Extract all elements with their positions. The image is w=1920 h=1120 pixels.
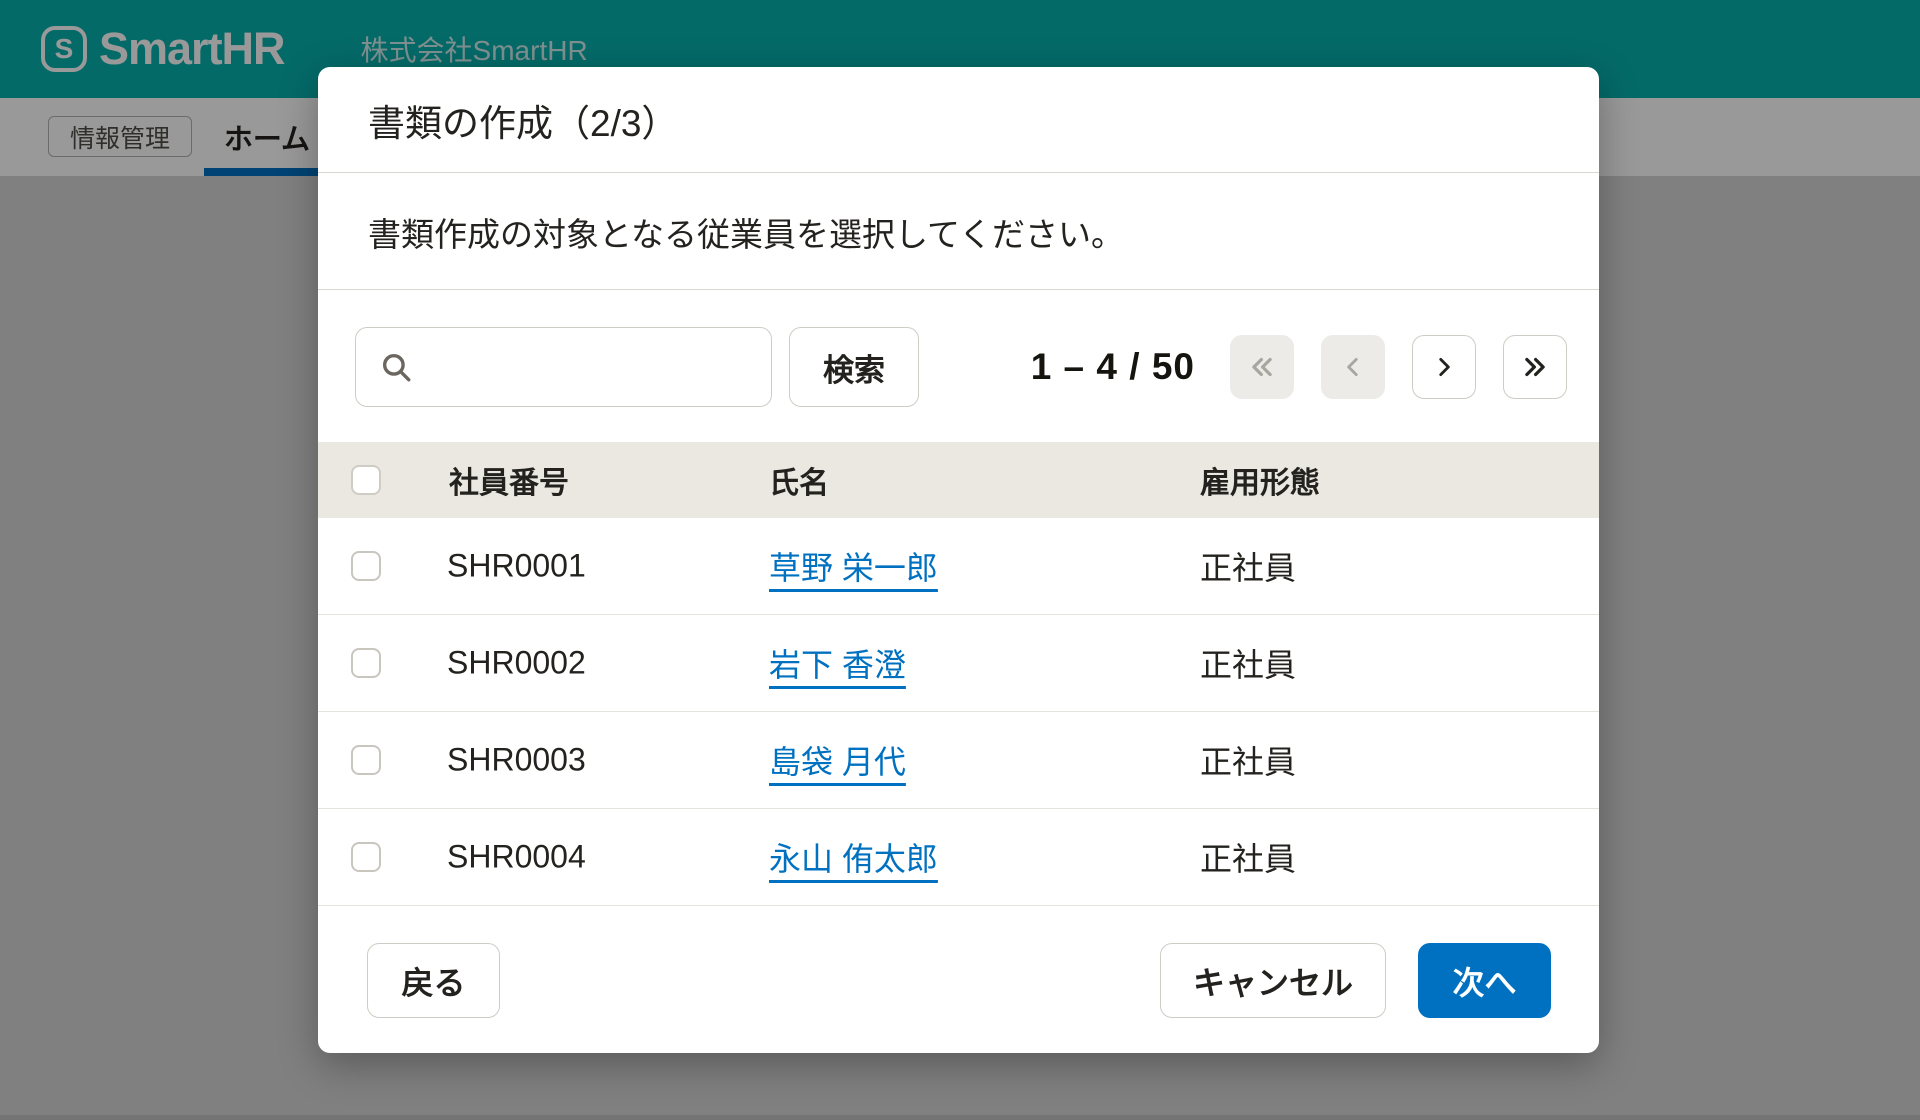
column-header-name: 氏名 — [769, 467, 829, 500]
column-header-employee-id: 社員番号 — [449, 467, 569, 500]
back-button[interactable]: 戻る — [367, 943, 500, 1018]
table-header-row: 社員番号 氏名 雇用形態 — [318, 442, 1599, 518]
column-header-employment-type: 雇用形態 — [1200, 467, 1320, 500]
employee-name-link[interactable]: 岩下 香澄 — [769, 640, 906, 686]
next-page-button[interactable] — [1412, 335, 1476, 399]
double-chevron-left-icon — [1252, 357, 1272, 377]
dialog-title: 書類の作成（2/3） — [318, 67, 1599, 173]
chevron-left-icon — [1347, 358, 1358, 376]
next-button[interactable]: 次へ — [1418, 943, 1551, 1018]
table-row: SHR0002 岩下 香澄 正社員 — [318, 615, 1599, 712]
row-checkbox[interactable] — [351, 745, 381, 775]
employment-type-cell: 正社員 — [1200, 550, 1297, 586]
employee-id-cell: SHR0003 — [447, 741, 586, 778]
search-input[interactable] — [355, 327, 772, 407]
first-page-button[interactable] — [1230, 335, 1294, 399]
search-field-wrap — [355, 327, 772, 407]
employment-type-cell: 正社員 — [1200, 841, 1297, 877]
row-checkbox[interactable] — [351, 551, 381, 581]
double-chevron-right-icon — [1525, 357, 1545, 377]
dialog-description: 書類作成の対象となる従業員を選択してください。 — [318, 174, 1599, 290]
search-button[interactable]: 検索 — [789, 327, 919, 407]
search-toolbar: 検索 1 – 4 / 50 — [355, 327, 1567, 407]
employee-name-link[interactable]: 島袋 月代 — [769, 737, 906, 783]
table-row: SHR0004 永山 侑太郎 正社員 — [318, 809, 1599, 906]
chevron-right-icon — [1439, 358, 1450, 376]
cancel-button[interactable]: キャンセル — [1160, 943, 1386, 1018]
select-all-checkbox[interactable] — [351, 465, 381, 495]
pagination-range: 1 – 4 / 50 — [1030, 346, 1195, 387]
employee-id-cell: SHR0004 — [447, 838, 586, 875]
create-document-dialog: 書類の作成（2/3） 書類作成の対象となる従業員を選択してください。 検索 1 … — [318, 67, 1599, 1053]
employee-id-cell: SHR0001 — [447, 547, 586, 584]
employee-table: 社員番号 氏名 雇用形態 SHR0001 草野 栄一郎 正社員 SHR0002 … — [318, 442, 1599, 906]
search-icon — [382, 353, 411, 382]
prev-page-button[interactable] — [1321, 335, 1385, 399]
employment-type-cell: 正社員 — [1200, 647, 1297, 683]
row-checkbox[interactable] — [351, 842, 381, 872]
last-page-button[interactable] — [1503, 335, 1567, 399]
employee-name-link[interactable]: 草野 栄一郎 — [769, 543, 938, 589]
employee-name-link[interactable]: 永山 侑太郎 — [769, 834, 938, 880]
table-row: SHR0003 島袋 月代 正社員 — [318, 712, 1599, 809]
employee-id-cell: SHR0002 — [447, 644, 586, 681]
row-checkbox[interactable] — [351, 648, 381, 678]
table-row: SHR0001 草野 栄一郎 正社員 — [318, 518, 1599, 615]
employment-type-cell: 正社員 — [1200, 744, 1297, 780]
